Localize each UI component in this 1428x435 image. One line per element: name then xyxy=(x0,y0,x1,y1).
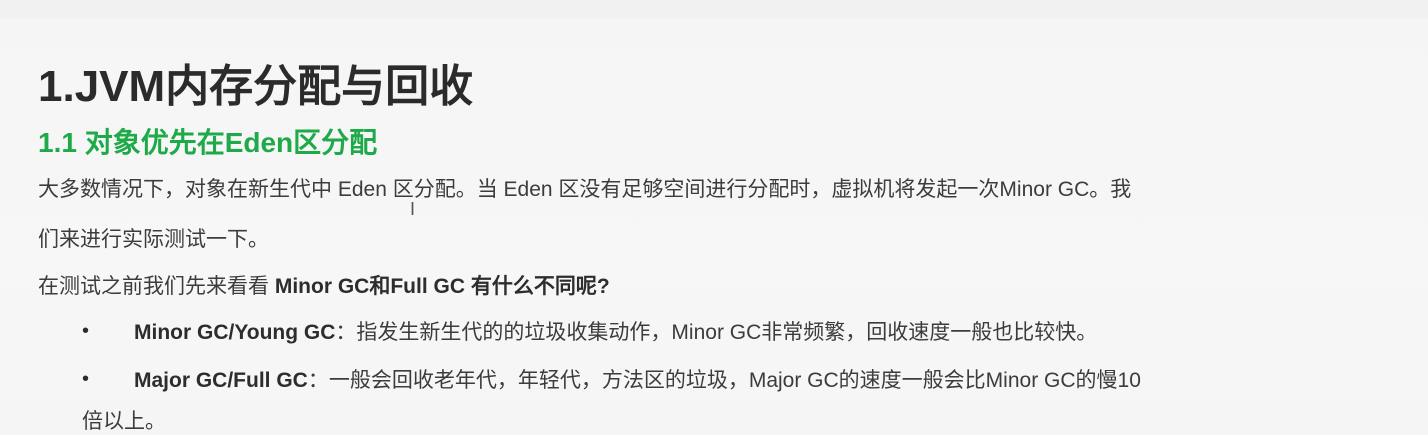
list-item-text: ：指发生新生代的的垃圾收集动作，Minor GC非常频繁，回收速度一般也比较快。 xyxy=(335,321,1098,344)
document-page: 1.JVM内存分配与回收 1.1 对象优先在Eden区分配 大多数情况下，对象在… xyxy=(0,0,1428,435)
list-item-major-gc: Major GC/Full GC：一般会回收老年代，年轻代，方法区的垃圾，Maj… xyxy=(134,364,1141,394)
list-item-text: ：一般会回收老年代，年轻代，方法区的垃圾，Major GC的速度一般会比Mino… xyxy=(307,369,1141,392)
paragraph-1-line-1: 大多数情况下，对象在新生代中 Eden 区分配。当 Eden 区没有足够空间进行… xyxy=(38,178,1132,201)
subsection-heading: 1.1 对象优先在Eden区分配 xyxy=(38,127,378,158)
list-item-term: Minor GC/Young GC xyxy=(134,321,336,344)
paragraph-2-bold: Minor GC和Full GC 有什么不同呢? xyxy=(274,275,610,298)
bullet-marker: • xyxy=(82,320,90,342)
text-cursor-icon: I xyxy=(410,199,416,219)
bullet-marker: • xyxy=(82,368,90,390)
top-strip xyxy=(0,0,1428,18)
section-heading: 1.JVM内存分配与回收 xyxy=(38,62,474,111)
list-item-continuation: 倍以上。 xyxy=(82,410,166,433)
paragraph-2-prefix: 在测试之前我们先来看看 xyxy=(38,275,275,298)
paragraph-1-line-2: 们来进行实际测试一下。 xyxy=(38,228,269,251)
list-item-minor-gc: Minor GC/Young GC：指发生新生代的的垃圾收集动作，Minor G… xyxy=(134,316,1097,346)
list-item-term: Major GC/Full GC xyxy=(134,369,308,392)
paragraph-2: 在测试之前我们先来看看 Minor GC和Full GC 有什么不同呢? xyxy=(38,270,610,300)
